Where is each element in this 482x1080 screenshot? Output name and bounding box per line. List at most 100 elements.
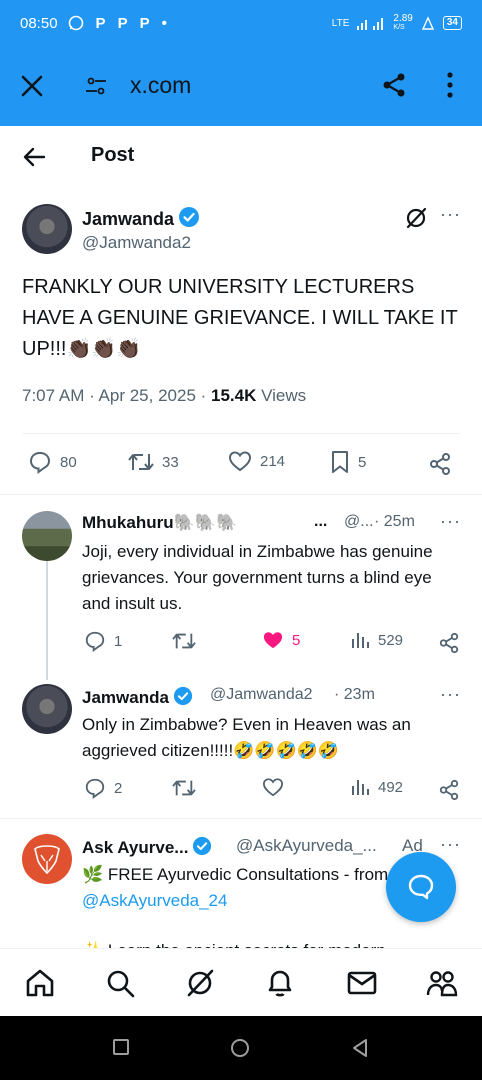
status-app-p1: P xyxy=(95,14,106,32)
avatar[interactable] xyxy=(22,834,72,884)
share-icon[interactable] xyxy=(380,71,408,99)
bookmark-button[interactable]: 5 xyxy=(330,450,366,474)
repost-button[interactable] xyxy=(172,630,196,652)
reply-icon xyxy=(29,451,51,474)
reply-text: Only in Zimbabwe? Even in Heaven was an … xyxy=(82,715,411,760)
home-button-icon[interactable] xyxy=(230,1038,250,1058)
recent-apps-icon[interactable] xyxy=(112,1038,130,1056)
ad-author-name[interactable]: Ask Ayurve... xyxy=(82,836,212,858)
bottom-navigation xyxy=(0,948,482,1016)
reply-author-name[interactable]: Jamwanda xyxy=(82,686,193,708)
browser-toolbar: x.com xyxy=(0,46,482,126)
whatsapp-icon xyxy=(68,15,83,31)
reply-actions: 1 5 529 xyxy=(0,630,482,660)
status-app-p3: P xyxy=(139,14,150,32)
verified-badge-icon xyxy=(179,207,200,227)
bookmark-icon xyxy=(332,451,348,473)
chat-bubble-icon xyxy=(408,874,434,900)
views-count: 529 xyxy=(378,631,404,649)
reply-button[interactable]: 1 xyxy=(84,630,122,652)
reply-button[interactable]: 80 xyxy=(28,450,77,474)
status-right: LTE 2.89 K/S 34 xyxy=(332,14,462,32)
repost-icon xyxy=(172,633,196,649)
verified-badge-icon xyxy=(173,686,193,706)
home-icon[interactable] xyxy=(24,967,56,999)
reply-more-icon[interactable]: ··· xyxy=(440,511,461,532)
communities-icon[interactable] xyxy=(426,967,458,999)
reply-author-handle[interactable]: @Jamwanda2 xyxy=(210,686,313,704)
repost-button[interactable]: 33 xyxy=(128,450,179,474)
site-settings-icon[interactable] xyxy=(84,74,108,98)
reply-author-handle[interactable]: @... xyxy=(344,513,374,531)
back-arrow-icon[interactable] xyxy=(22,146,46,168)
notifications-bell-icon[interactable] xyxy=(264,967,296,999)
ad-text-prefix: 🌿 FREE Ayurvedic Consultations - from xyxy=(82,865,389,884)
post-actions: 80 33 214 5 xyxy=(0,450,482,480)
post-text: FRANKLY OUR UNIVERSITY LECTURERS HAVE A … xyxy=(22,276,458,360)
status-app-icons: P P P • xyxy=(68,15,167,32)
ad-link[interactable]: @AskAyurveda_24 xyxy=(82,891,227,910)
status-time: 08:50 xyxy=(20,14,58,32)
status-bar: 08:50 P P P • LTE 2.89 K/S 34 xyxy=(0,0,482,46)
post-views-count: 15.4K xyxy=(211,386,257,405)
more-options-icon[interactable] xyxy=(440,70,460,100)
views-button[interactable]: 529 xyxy=(350,630,403,650)
post-header: Post xyxy=(0,126,482,186)
search-icon[interactable] xyxy=(104,967,136,999)
like-count: 5 xyxy=(292,631,301,649)
network-type: LTE xyxy=(331,17,350,29)
post-timestamp[interactable]: 7:07 AM · Apr 25, 2025 · xyxy=(22,386,211,405)
avatar[interactable] xyxy=(22,684,72,734)
author-name-text: Ask Ayurve... xyxy=(82,838,189,857)
messages-envelope-icon[interactable] xyxy=(346,967,378,999)
post-author-handle[interactable]: @Jamwanda2 xyxy=(82,233,191,253)
status-dot: • xyxy=(161,14,167,32)
battery-indicator: 34 xyxy=(442,16,462,30)
analytics-icon xyxy=(352,780,369,795)
speed-value: 2.89 xyxy=(393,13,413,24)
post-more-icon[interactable]: ··· xyxy=(440,204,461,225)
like-button[interactable] xyxy=(262,777,284,797)
bookmark-count: 5 xyxy=(358,453,367,471)
divider xyxy=(0,494,482,495)
share-post-icon[interactable] xyxy=(438,779,460,801)
avatar[interactable] xyxy=(22,511,72,561)
reply-count: 80 xyxy=(60,453,77,471)
reply-more-icon[interactable]: ··· xyxy=(440,684,461,705)
reply-author-name[interactable]: Mhukahuru🐘🐘🐘 xyxy=(82,513,237,533)
grok-icon[interactable] xyxy=(184,967,216,999)
reply-count: 1 xyxy=(114,632,123,650)
like-count: 214 xyxy=(260,452,286,470)
ad-more-icon[interactable]: ··· xyxy=(440,834,461,855)
repost-button[interactable] xyxy=(172,777,196,799)
post-views-label: Views xyxy=(256,386,307,405)
avatar[interactable] xyxy=(22,204,72,254)
reply-button[interactable]: 2 xyxy=(84,777,122,799)
reply-time[interactable]: · 25m xyxy=(374,513,415,531)
views-button[interactable]: 492 xyxy=(350,777,403,797)
heart-icon xyxy=(228,451,252,472)
share-post-icon[interactable] xyxy=(438,632,460,654)
share-post-icon[interactable] xyxy=(428,452,452,476)
status-app-p2: P xyxy=(117,14,128,32)
heart-filled-icon xyxy=(263,632,283,649)
close-icon[interactable] xyxy=(18,72,46,100)
reply-actions: 2 492 xyxy=(0,777,482,807)
author-name-text: Jamwanda xyxy=(82,688,169,707)
like-button[interactable]: 5 xyxy=(262,630,300,650)
url-text[interactable]: x.com xyxy=(130,72,191,99)
divider xyxy=(22,433,460,434)
system-navigation-bar xyxy=(0,1016,482,1080)
like-button[interactable]: 214 xyxy=(228,450,285,472)
repost-icon xyxy=(172,780,196,796)
back-button-icon[interactable] xyxy=(350,1038,370,1058)
post-author-name[interactable]: Jamwanda xyxy=(82,206,200,230)
compose-message-fab[interactable] xyxy=(386,852,456,922)
ad-author-handle[interactable]: @AskAyurveda_... xyxy=(236,836,377,856)
reply-time[interactable]: · 23m xyxy=(334,686,375,704)
page-title: Post xyxy=(91,144,135,166)
post-meta: 7:07 AM · Apr 25, 2025 · 15.4K Views xyxy=(22,386,306,406)
grok-icon[interactable] xyxy=(404,206,428,230)
reply-icon xyxy=(85,631,105,652)
reply-count: 2 xyxy=(114,779,123,797)
